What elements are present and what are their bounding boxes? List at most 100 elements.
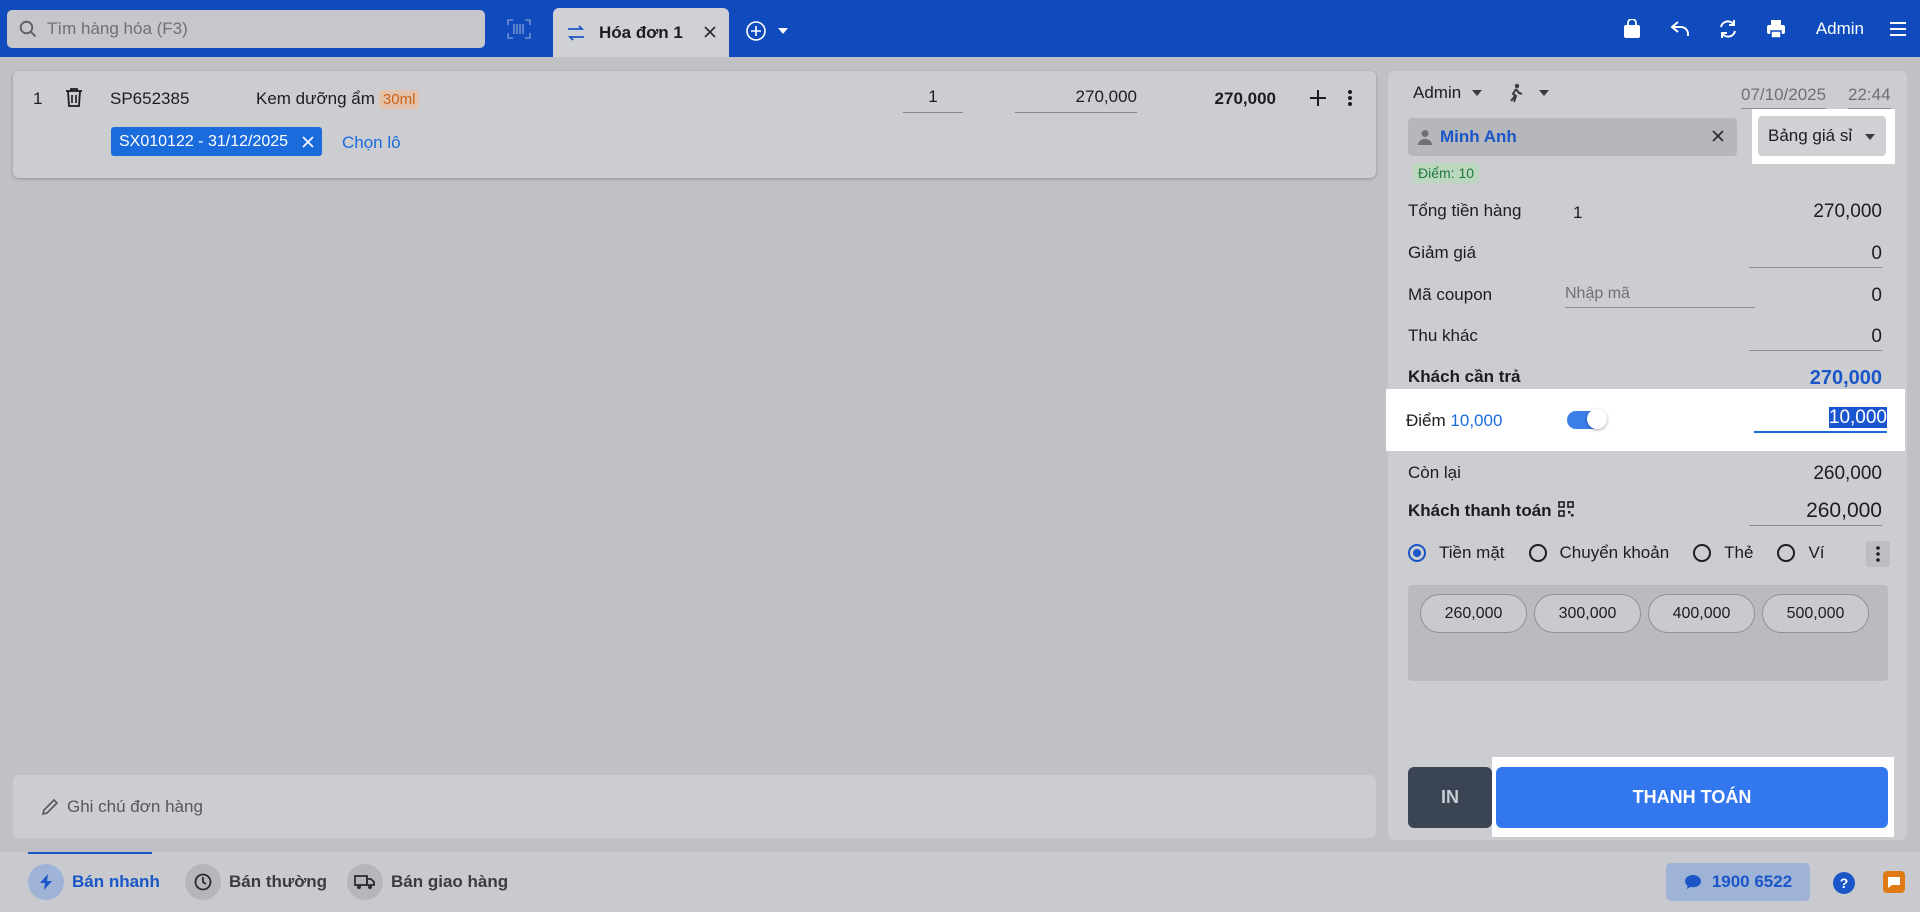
checkout-panel: Admin 07/10/2025 22:44 Minh Anh Bảng giá… [1386,71,1907,840]
discount-label: Giảm giá [1408,243,1477,262]
pay-button[interactable]: THANH TOÁN [1496,767,1888,828]
customer-paid-label: Khách thanh toán [1408,501,1552,520]
customer-pay-value: 270,000 [1809,367,1882,389]
help-button[interactable]: ? [1833,872,1855,894]
print-button[interactable] [1752,0,1800,57]
chevron-down-icon [1865,134,1875,140]
bottom-bar: Bán nhanh Bán thường Bán giao hàng 1900 … [0,852,1920,912]
menu-button[interactable] [1876,0,1920,57]
choose-lot-link[interactable]: Chọn lô [342,133,401,153]
refresh-button[interactable] [1704,0,1752,57]
invoice-time[interactable]: 22:44 [1848,85,1891,109]
unit-tag: 30ml [378,90,420,109]
undo-icon [1670,20,1689,36]
close-icon[interactable] [1711,129,1725,143]
total-goods-value: 270,000 [1813,201,1882,222]
line-total: 270,000 [1214,89,1276,108]
points-label: Điểm 10,000 [1406,411,1502,431]
add-item-button[interactable] [1309,89,1327,112]
order-note-input[interactable]: Ghi chú đơn hàng [13,775,1376,838]
radio-wallet[interactable] [1777,544,1796,562]
payment-method-transfer[interactable]: Chuyển khoản [1528,543,1669,563]
staff-select[interactable]: Admin [1413,83,1483,103]
payment-method-cash[interactable]: Tiền mặt [1408,543,1505,563]
payment-method-label: Tiền mặt [1439,543,1505,562]
payment-method-wallet[interactable]: Ví [1777,543,1825,563]
hotline-number: 1900 6522 [1711,872,1793,891]
radio-card[interactable] [1693,544,1712,562]
payment-method-label: Ví [1808,543,1825,562]
radio-transfer[interactable] [1528,544,1547,562]
payment-method-card[interactable]: Thẻ [1693,543,1753,563]
add-tab-button[interactable] [745,20,789,42]
hotline-button[interactable]: 1900 6522 [1666,863,1810,901]
points-used: 10,000 [1828,407,1887,428]
quick-amounts: 260,000 300,000 400,000 500,000 [1408,585,1888,681]
radio-cash[interactable] [1408,544,1426,562]
coupon-label: Mã coupon [1408,285,1493,304]
discount-input[interactable]: 0 [1749,243,1882,268]
feedback-button[interactable] [1883,871,1905,893]
item-more-button[interactable] [1347,89,1353,112]
item-name: Kem dưỡng ẩm 30ml [256,89,420,109]
chevron-down-icon [1539,90,1549,96]
item-index: 1 [33,89,43,108]
mode-label: Bán nhanh [72,872,160,891]
points-input[interactable]: 10,000 [1754,407,1887,433]
feedback-icon [1888,876,1900,888]
invoice-date[interactable]: 07/10/2025 [1741,85,1827,109]
customer-paid-input[interactable]: 260,000 [1749,499,1882,526]
coupon-input[interactable]: Nhập mã [1565,285,1755,308]
quick-amount-button[interactable]: 300,000 [1534,594,1641,633]
top-actions: Admin [1608,0,1920,57]
print-invoice-button[interactable]: IN [1408,767,1492,828]
delete-item-button[interactable] [65,87,83,112]
customer-field[interactable]: Minh Anh [1408,118,1737,156]
qr-code-icon[interactable] [1558,501,1574,517]
chevron-down-icon[interactable] [777,27,789,35]
other-fee-label: Thu khác [1408,326,1478,345]
mode-quick-sale[interactable]: Bán nhanh [28,864,160,900]
payment-more-button[interactable] [1866,541,1890,567]
mode-label: Bán thường [229,872,328,891]
product-search-input[interactable]: Tìm hàng hóa (F3) [7,10,485,48]
mode-label: Bán giao hàng [391,872,509,891]
mode-normal-sale[interactable]: Bán thường [185,864,327,900]
cart-item-row: 1 SP652385 Kem dưỡng ẩm 30ml 1 270,000 27… [13,71,1376,178]
search-placeholder: Tìm hàng hóa (F3) [47,19,188,38]
quick-amount-button[interactable]: 260,000 [1420,594,1527,633]
quantity-input[interactable]: 1 [903,87,963,113]
current-user[interactable]: Admin [1816,19,1864,39]
item-name-text: Kem dưỡng ẩm [256,89,375,108]
price-book-select[interactable]: Bảng giá sỉ [1758,116,1886,156]
barcode-scan-button[interactable] [505,16,533,42]
shopping-bag-icon [1623,18,1640,38]
price-book-highlight: Bảng giá sỉ [1752,109,1895,164]
close-icon[interactable] [302,135,314,148]
unit-price-input[interactable]: 270,000 [1015,87,1137,113]
tab-invoice-1[interactable]: Hóa đơn 1 [553,8,729,57]
mode-delivery-sale[interactable]: Bán giao hàng [347,864,508,900]
chat-bubble-icon [1684,875,1701,889]
sales-channel-select[interactable] [1508,83,1550,103]
add-circle-icon [746,21,766,41]
remaining-label: Còn lại [1408,463,1461,482]
other-fee-input[interactable]: 0 [1749,326,1882,351]
refresh-icon [1719,19,1736,38]
pay-button-highlight: THANH TOÁN [1492,757,1894,837]
walking-person-icon [1510,83,1523,103]
active-mode-indicator [28,852,152,854]
order-note-placeholder: Ghi chú đơn hàng [67,796,203,816]
payment-methods: Tiền mặt Chuyển khoản Thẻ Ví [1408,543,1849,563]
swap-icon [567,24,585,41]
close-icon[interactable] [703,25,717,39]
remaining-value: 260,000 [1813,463,1882,484]
undo-button[interactable] [1656,0,1704,57]
quick-amount-button[interactable]: 400,000 [1648,594,1755,633]
more-vertical-icon [1876,546,1880,562]
coupon-value: 0 [1871,285,1882,306]
total-goods-count: 1 [1573,203,1583,222]
points-toggle[interactable] [1567,409,1607,429]
shopping-bag-button[interactable] [1608,0,1656,57]
quick-amount-button[interactable]: 500,000 [1762,594,1869,633]
